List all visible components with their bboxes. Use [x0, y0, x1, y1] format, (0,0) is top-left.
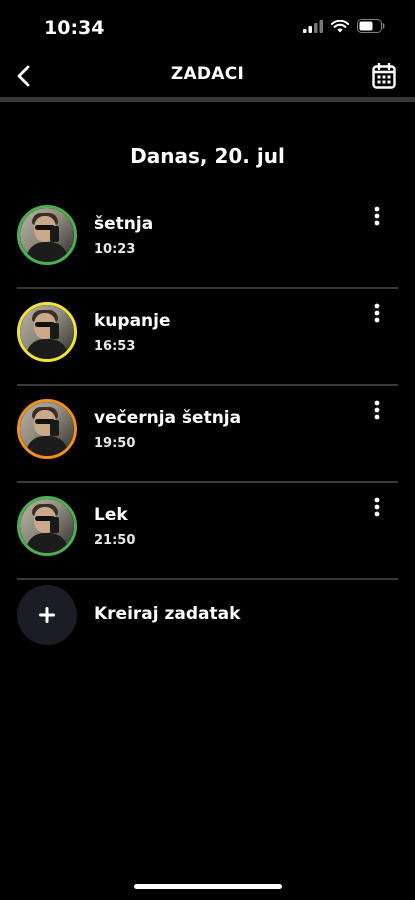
- page-title: ZADACI: [170, 64, 245, 84]
- task-list: šetnja 10:23 kupanje 16:53 večernja šetn…: [17, 192, 398, 580]
- battery-icon: [357, 19, 385, 33]
- status-icons: [303, 19, 385, 33]
- task-time: 10:23: [94, 242, 136, 257]
- create-task-label: Kreiraj zadatak: [94, 604, 241, 624]
- wifi-icon: [331, 19, 349, 32]
- create-task-button[interactable]: Kreiraj zadatak: [17, 585, 398, 647]
- status-bar: 10:34: [0, 0, 415, 56]
- task-row[interactable]: večernja šetnja 19:50: [17, 386, 398, 483]
- more-options-button[interactable]: [366, 302, 388, 324]
- task-title: kupanje: [94, 311, 171, 331]
- task-time: 16:53: [94, 339, 136, 354]
- signal-icon: [303, 19, 323, 33]
- nav-divider: [0, 97, 415, 102]
- plus-icon: [39, 607, 55, 623]
- calendar-icon: [372, 63, 396, 89]
- more-vertical-icon: [374, 303, 380, 323]
- task-time: 21:50: [94, 533, 136, 548]
- more-vertical-icon: [374, 497, 380, 517]
- more-vertical-icon: [374, 400, 380, 420]
- more-options-button[interactable]: [366, 205, 388, 227]
- avatar: [17, 302, 77, 362]
- task-time: 19:50: [94, 436, 136, 451]
- task-row[interactable]: Lek 21:50: [17, 483, 398, 580]
- more-vertical-icon: [374, 206, 380, 226]
- avatar: [17, 496, 77, 556]
- calendar-button[interactable]: [369, 60, 399, 92]
- nav-bar: ZADACI: [0, 56, 415, 100]
- avatar: [17, 205, 77, 265]
- more-options-button[interactable]: [366, 399, 388, 421]
- task-title: večernja šetnja: [94, 408, 242, 428]
- status-time: 10:34: [44, 17, 105, 39]
- create-task-circle[interactable]: [17, 585, 77, 645]
- section-title: Danas, 20. jul: [130, 144, 285, 168]
- more-options-button[interactable]: [366, 496, 388, 518]
- task-title: šetnja: [94, 214, 154, 234]
- home-indicator: [134, 884, 282, 889]
- task-row[interactable]: šetnja 10:23: [17, 192, 398, 289]
- task-row[interactable]: kupanje 16:53: [17, 289, 398, 386]
- task-title: Lek: [94, 505, 128, 525]
- avatar: [17, 399, 77, 459]
